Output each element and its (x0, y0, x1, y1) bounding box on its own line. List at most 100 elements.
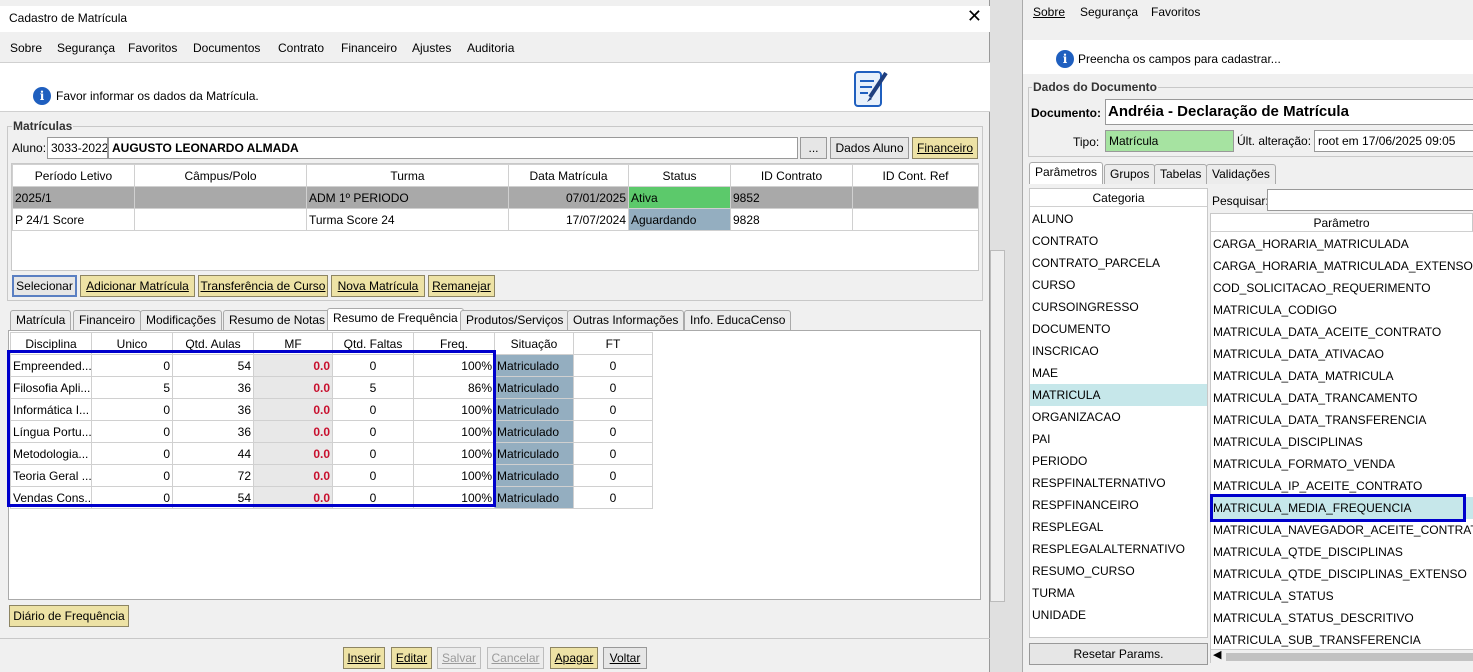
list-item[interactable]: MATRICULA (1030, 384, 1207, 406)
menu-sobre[interactable]: Sobre (1033, 5, 1065, 19)
tipo-field[interactable]: Matrícula (1105, 130, 1234, 152)
menu-seguranca[interactable]: Segurança (1080, 5, 1138, 19)
ult-alteracao-field[interactable]: root em 17/06/2025 09:05 (1314, 130, 1473, 152)
apagar-button[interactable]: Apagar (550, 647, 598, 669)
list-item[interactable]: PERIODO (1030, 450, 1207, 472)
list-item[interactable]: MATRICULA_FORMATO_VENDA (1211, 453, 1473, 475)
close-icon[interactable]: ✕ (967, 6, 982, 27)
list-item[interactable]: RESPLEGALALTERNATIVO (1030, 538, 1207, 560)
list-item[interactable]: MATRICULA_SUB_TRANSFERENCIA (1211, 629, 1473, 651)
list-item[interactable]: CARGA_HORARIA_MATRICULADA (1211, 233, 1473, 255)
tab-outras-informacoes[interactable]: Outras Informações (567, 310, 685, 330)
list-item[interactable]: CURSOINGRESSO (1030, 296, 1207, 318)
menu-auditoria[interactable]: Auditoria (467, 41, 514, 55)
list-item[interactable]: MATRICULA_DATA_TRANSFERENCIA (1211, 409, 1473, 431)
list-item[interactable]: MATRICULA_DATA_TRANCAMENTO (1211, 387, 1473, 409)
col-periodo[interactable]: Período Letivo (12, 164, 135, 187)
col-campus[interactable]: Câmpus/Polo (134, 164, 307, 187)
list-item[interactable]: MATRICULA_QTDE_DISCIPLINAS (1211, 541, 1473, 563)
cell-periodo: 2025/1 (12, 186, 135, 209)
aluno-name-field[interactable]: AUGUSTO LEONARDO ALMADA (108, 137, 798, 159)
list-item[interactable]: ALUNO (1030, 208, 1207, 230)
list-item[interactable]: RESPFINALTERNATIVO (1030, 472, 1207, 494)
tab-info-educacenso[interactable]: Info. EducaCenso (684, 310, 792, 330)
tab-modificacoes[interactable]: Modificações (140, 310, 223, 330)
col-turma[interactable]: Turma (306, 164, 509, 187)
nova-matricula-button[interactable]: Nova Matrícula (331, 275, 425, 297)
col-data-matricula[interactable]: Data Matrícula (508, 164, 629, 187)
list-item[interactable]: TURMA (1030, 582, 1207, 604)
dados-aluno-button[interactable]: Dados Aluno (830, 137, 909, 159)
list-item[interactable]: PAI (1030, 428, 1207, 450)
list-item[interactable]: MATRICULA_DATA_MATRICULA (1211, 365, 1473, 387)
tab-parametros[interactable]: Parâmetros (1029, 162, 1104, 184)
inserir-button[interactable]: Inserir (343, 647, 385, 669)
search-aluno-button[interactable]: ... (800, 137, 827, 159)
tab-resumo-frequencia[interactable]: Resumo de Frequência (327, 308, 464, 330)
adicionar-matricula-button[interactable]: Adicionar Matrícula (80, 275, 195, 297)
col-ft[interactable]: FT (573, 332, 653, 355)
bottom-toolbar: Inserir Editar Salvar Cancelar Apagar Vo… (0, 638, 990, 672)
selecionar-button[interactable]: Selecionar (12, 275, 77, 297)
col-situacao[interactable]: Situação (494, 332, 574, 355)
list-item[interactable]: MATRICULA_NAVEGADOR_ACEITE_CONTRATO (1211, 519, 1473, 541)
list-item[interactable]: INSCRICAO (1030, 340, 1207, 362)
list-item[interactable]: CURSO (1030, 274, 1207, 296)
documento-field[interactable]: Andréia - Declaração de Matrícula (1105, 99, 1473, 125)
menu-contrato[interactable]: Contrato (278, 41, 324, 55)
tab-resumo-notas[interactable]: Resumo de Notas (223, 310, 332, 330)
list-item[interactable]: DOCUMENTO (1030, 318, 1207, 340)
menu-seguranca[interactable]: Segurança (57, 41, 115, 55)
tab-financeiro[interactable]: Financeiro (73, 310, 142, 330)
table-row[interactable]: 2025/1 ADM 1º PERIODO 07/01/2025 Ativa 9… (12, 186, 978, 209)
col-status[interactable]: Status (628, 164, 731, 187)
transferencia-curso-button[interactable]: Transferência de Curso (198, 275, 328, 297)
salvar-button[interactable]: Salvar (437, 647, 481, 669)
list-item[interactable]: MATRICULA_DATA_ACEITE_CONTRATO (1211, 321, 1473, 343)
list-item[interactable]: MATRICULA_DATA_ATIVACAO (1211, 343, 1473, 365)
list-item[interactable]: ORGANIZACAO (1030, 406, 1207, 428)
menu-ajustes[interactable]: Ajustes (412, 41, 451, 55)
list-item[interactable]: MATRICULA_QTDE_DISCIPLINAS_EXTENSO (1211, 563, 1473, 585)
tab-tabelas[interactable]: Tabelas (1154, 164, 1208, 184)
col-id-contrato[interactable]: ID Contrato (730, 164, 853, 187)
list-item[interactable]: MAE (1030, 362, 1207, 384)
menu-favoritos[interactable]: Favoritos (1151, 5, 1200, 19)
tab-validacoes[interactable]: Validações (1206, 164, 1276, 184)
horizontal-scrollbar[interactable]: ◀ (1211, 649, 1473, 663)
aluno-code-field[interactable]: 3033-2022 (47, 137, 108, 159)
list-item[interactable]: UNIDADE (1030, 604, 1207, 626)
editar-button[interactable]: Editar (391, 647, 432, 669)
resetar-params-button[interactable]: Resetar Params. (1029, 643, 1208, 665)
cell-status: Ativa (628, 186, 731, 209)
table-row[interactable]: P 24/1 Score Turma Score 24 17/07/2024 A… (12, 208, 978, 231)
remanejar-button[interactable]: Remanejar (428, 275, 495, 297)
list-item[interactable]: MATRICULA_DISCIPLINAS (1211, 431, 1473, 453)
diario-frequencia-button[interactable]: Diário de Frequência (9, 605, 129, 627)
menu-sobre[interactable]: Sobre (10, 41, 42, 55)
scroll-left-icon[interactable]: ◀ (1213, 648, 1221, 661)
list-item[interactable]: CONTRATO_PARCELA (1030, 252, 1207, 274)
list-item[interactable]: RESPLEGAL (1030, 516, 1207, 538)
list-item[interactable]: CARGA_HORARIA_MATRICULADA_EXTENSO (1211, 255, 1473, 277)
tab-matricula[interactable]: Matrícula (10, 310, 72, 330)
tab-grupos[interactable]: Grupos (1104, 164, 1156, 184)
scroll-thumb[interactable] (1226, 653, 1473, 661)
cancelar-button[interactable]: Cancelar (487, 647, 544, 669)
menu-favoritos[interactable]: Favoritos (128, 41, 177, 55)
list-item[interactable]: CONTRATO (1030, 230, 1207, 252)
list-item[interactable]: RESPFINANCEIRO (1030, 494, 1207, 516)
list-item[interactable]: RESUMO_CURSO (1030, 560, 1207, 582)
list-item[interactable]: MATRICULA_STATUS_DESCRITIVO (1211, 607, 1473, 629)
list-item[interactable]: MATRICULA_STATUS (1211, 585, 1473, 607)
tab-produtos-servicos[interactable]: Produtos/Serviços (460, 310, 570, 330)
voltar-button[interactable]: Voltar (603, 647, 647, 669)
menu-documentos[interactable]: Documentos (193, 41, 260, 55)
pesquisar-input[interactable] (1267, 189, 1473, 211)
financeiro-button[interactable]: Financeiro (912, 137, 978, 159)
cell-id: 9828 (730, 208, 853, 231)
col-id-cont-ref[interactable]: ID Cont. Ref (852, 164, 978, 187)
list-item[interactable]: MATRICULA_CODIGO (1211, 299, 1473, 321)
list-item[interactable]: COD_SOLICITACAO_REQUERIMENTO (1211, 277, 1473, 299)
menu-financeiro[interactable]: Financeiro (341, 41, 397, 55)
